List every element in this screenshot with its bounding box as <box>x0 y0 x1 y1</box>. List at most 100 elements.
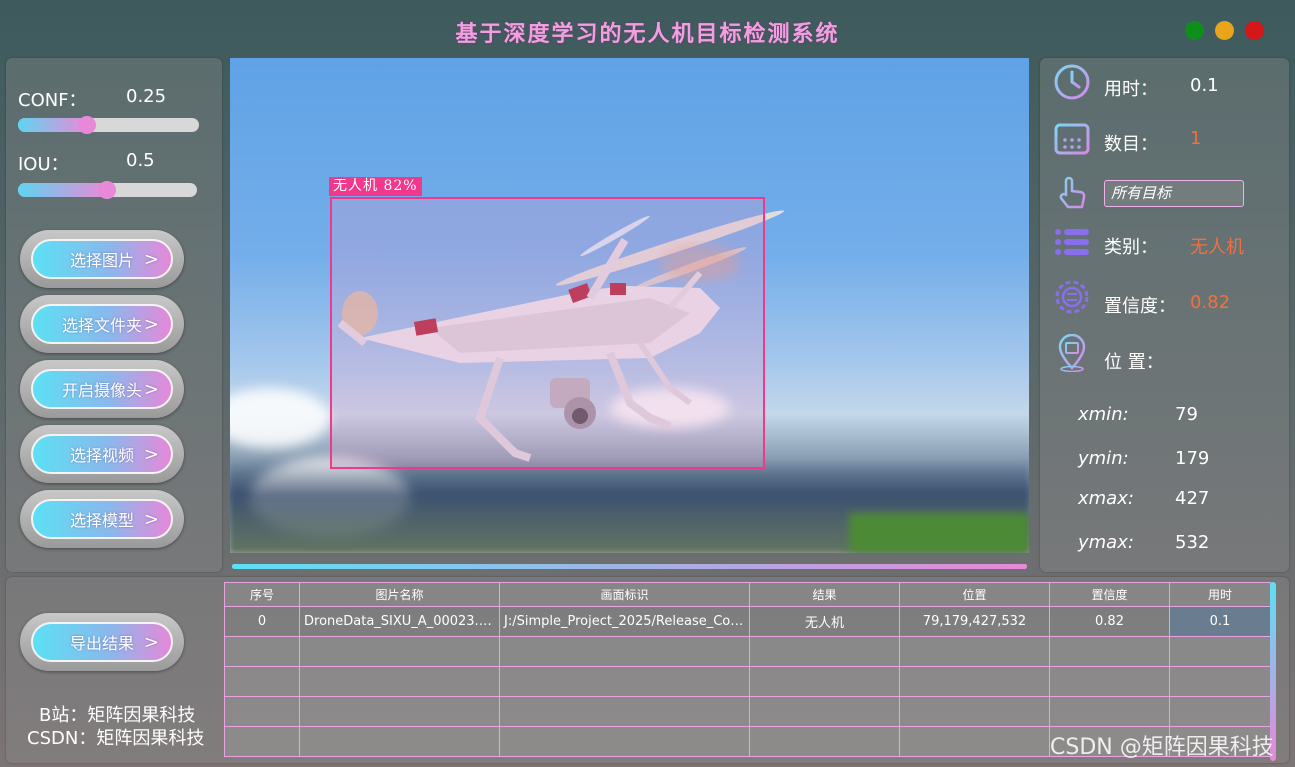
confidence-label: 置信度： <box>1104 296 1176 317</box>
class-label: 类别： <box>1104 237 1158 258</box>
table-cell[interactable]: DroneData_SIXU_A_00023.jpg <box>299 606 500 637</box>
table-cell <box>499 636 750 667</box>
table-cell[interactable]: 0.82 <box>1049 606 1170 637</box>
conf-label: CONF： <box>18 90 87 111</box>
select-folder-button[interactable]: 选择文件夹 > <box>20 295 184 353</box>
export-results-label: 导出结果 <box>69 634 134 653</box>
table-header-row: 序号 图片名称 画面标识 结果 位置 置信度 用时 <box>224 582 1271 607</box>
table-row <box>224 696 1271 727</box>
table-cell <box>1169 666 1271 697</box>
ymax-value: 532 <box>1175 532 1210 553</box>
table-cell[interactable]: 0 <box>224 606 300 637</box>
iou-slider-fill <box>18 183 107 197</box>
table-cell <box>899 666 1050 697</box>
table-cell <box>749 636 900 667</box>
xmax-value: 427 <box>1175 488 1210 509</box>
maximize-button[interactable] <box>1185 21 1204 40</box>
title-bar: 基于深度学习的无人机目标检测系统 <box>0 0 1295 58</box>
iou-label: IOU： <box>18 154 69 175</box>
table-cell <box>749 696 900 727</box>
table-row[interactable]: 0 DroneData_SIXU_A_00023.jpg J:/Simple_P… <box>224 606 1271 637</box>
column-header[interactable]: 位置 <box>899 582 1050 607</box>
table-cell[interactable]: 79,179,427,532 <box>899 606 1050 637</box>
table-cell[interactable]: 无人机 <box>749 606 900 637</box>
select-model-label: 选择模型 <box>69 511 134 530</box>
iou-slider[interactable] <box>18 181 197 199</box>
ymax-label: ymax: <box>1078 532 1134 553</box>
table-cell <box>899 636 1050 667</box>
detection-label: 无人机 82% <box>329 177 422 196</box>
select-model-button[interactable]: 选择模型 > <box>20 490 184 548</box>
xmin-label: xmin: <box>1078 404 1129 425</box>
column-header[interactable]: 结果 <box>749 582 900 607</box>
time-label: 用时： <box>1104 79 1158 100</box>
close-button[interactable] <box>1245 21 1264 40</box>
table-cell[interactable]: 0.1 <box>1169 606 1271 637</box>
table-cell <box>299 666 500 697</box>
detection-image-view: 无人机 82% <box>230 58 1029 553</box>
confidence-value: 0.82 <box>1190 292 1231 313</box>
xmin-value: 79 <box>1175 404 1198 425</box>
table-row <box>224 636 1271 667</box>
hand-pointer-icon <box>1059 176 1086 209</box>
chevron-right-icon: > <box>143 314 159 335</box>
table-cell <box>299 726 500 757</box>
table-cell <box>224 666 300 697</box>
chevron-right-icon: > <box>143 509 159 530</box>
chevron-right-icon: > <box>143 632 159 653</box>
class-value: 无人机 <box>1190 237 1244 258</box>
table-cell[interactable]: J:/Simple_Project_2025/Release_Code... <box>499 606 750 637</box>
count-label: 数目： <box>1104 134 1158 155</box>
target-filter-select[interactable]: 所有目标 <box>1104 180 1244 207</box>
column-header[interactable]: 画面标识 <box>499 582 750 607</box>
select-image-button[interactable]: 选择图片 > <box>20 230 184 288</box>
column-header[interactable]: 图片名称 <box>299 582 500 607</box>
select-video-button[interactable]: 选择视频 > <box>20 425 184 483</box>
column-header[interactable]: 序号 <box>224 582 300 607</box>
conf-slider-handle[interactable] <box>78 116 96 134</box>
column-header[interactable]: 用时 <box>1169 582 1271 607</box>
table-cell <box>1049 636 1170 667</box>
export-results-button[interactable]: 导出结果 > <box>20 613 184 671</box>
table-cell <box>224 636 300 667</box>
table-cell <box>899 726 1050 757</box>
select-folder-label: 选择文件夹 <box>61 316 142 335</box>
detection-bounding-box <box>330 197 765 469</box>
calendar-icon <box>1054 121 1090 155</box>
time-value: 0.1 <box>1190 75 1219 96</box>
table-cell <box>299 696 500 727</box>
table-cell <box>1169 696 1271 727</box>
progress-fill <box>232 564 1027 569</box>
xmax-label: xmax: <box>1078 488 1134 509</box>
app-title: 基于深度学习的无人机目标检测系统 <box>455 21 840 47</box>
conf-slider-fill <box>18 118 87 132</box>
watermark: CSDN @矩阵因果科技 <box>1050 735 1274 760</box>
chevron-right-icon: > <box>143 379 159 400</box>
table-cell <box>1169 636 1271 667</box>
table-row <box>224 666 1271 697</box>
column-header[interactable]: 置信度 <box>1049 582 1170 607</box>
conf-value: 0.25 <box>126 86 167 107</box>
select-video-label: 选择视频 <box>69 446 134 465</box>
ymin-label: ymin: <box>1078 448 1129 469</box>
table-cell <box>499 726 750 757</box>
ymin-value: 179 <box>1175 448 1210 469</box>
location-pin-icon <box>1058 334 1086 372</box>
table-cell <box>1049 696 1170 727</box>
open-camera-button[interactable]: 开启摄像头 > <box>20 360 184 418</box>
iou-slider-handle[interactable] <box>98 181 116 199</box>
count-value: 1 <box>1190 128 1202 149</box>
minimize-button[interactable] <box>1215 21 1234 40</box>
select-image-label: 选择图片 <box>69 251 134 270</box>
table-cell <box>499 666 750 697</box>
table-cell <box>1049 666 1170 697</box>
clock-icon <box>1054 64 1090 100</box>
chevron-right-icon: > <box>143 444 159 465</box>
table-cell <box>749 666 900 697</box>
conf-slider[interactable] <box>18 116 199 134</box>
chevron-right-icon: > <box>143 249 159 270</box>
table-cell <box>299 636 500 667</box>
table-cell <box>224 696 300 727</box>
list-icon <box>1055 229 1089 255</box>
table-cell <box>224 726 300 757</box>
